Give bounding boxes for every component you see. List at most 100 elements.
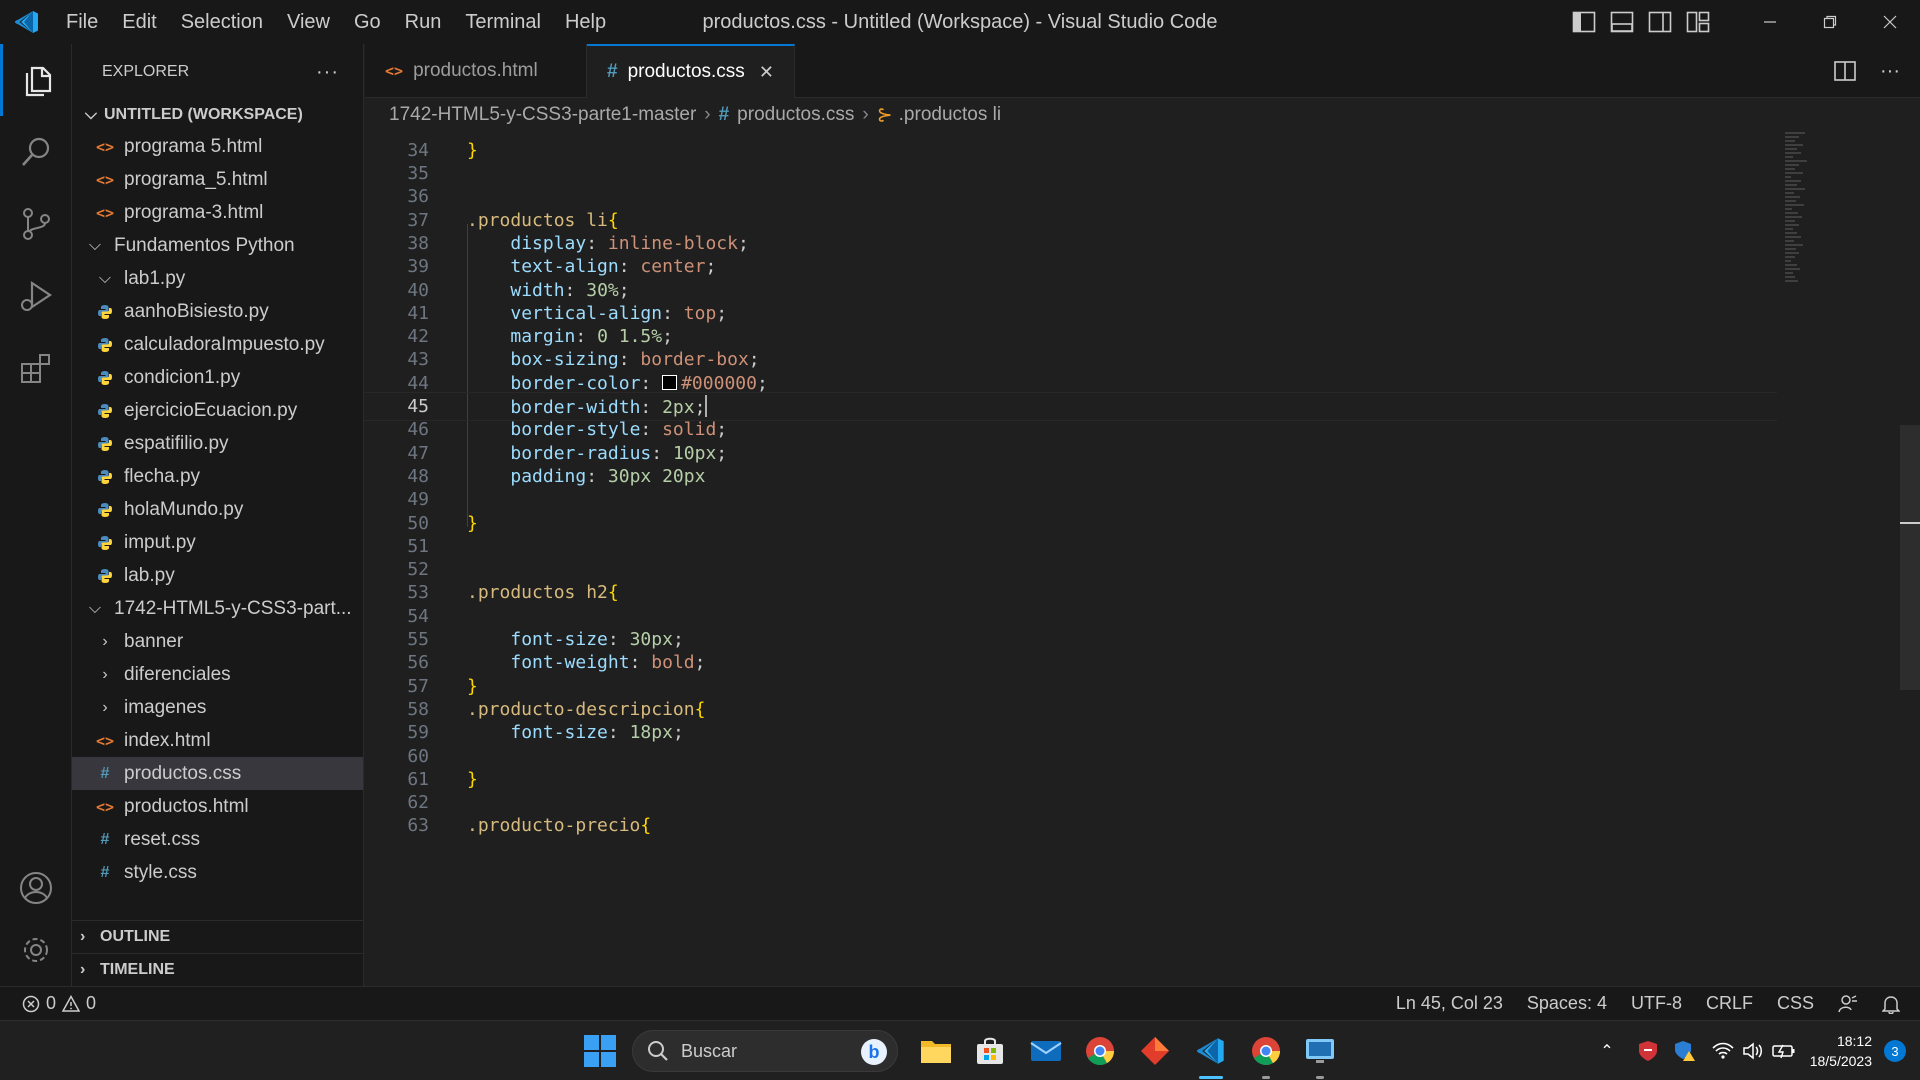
editor-scrollbar[interactable] — [1900, 425, 1920, 690]
toggle-secondary-sidebar-icon[interactable] — [1648, 11, 1672, 33]
breadcrumb-file[interactable]: productos.css — [737, 104, 854, 126]
code-text: font-weight: bold; — [467, 652, 705, 673]
more-actions-icon[interactable]: ··· — [316, 61, 339, 84]
code-token: : — [586, 232, 608, 254]
line-ending[interactable]: CRLF — [1706, 993, 1753, 1014]
more-actions-icon[interactable]: ··· — [1880, 60, 1900, 83]
minimap[interactable] — [1785, 132, 1865, 282]
close-window-button[interactable] — [1860, 0, 1920, 44]
timeline-section[interactable]: › TIMELINE — [72, 953, 364, 986]
split-editor-icon[interactable] — [1834, 61, 1856, 81]
volume-icon[interactable] — [1742, 1042, 1764, 1060]
code-line[interactable]: 63 .producto-precio{ — [365, 812, 1777, 841]
tree-item[interactable]: <> programa_5.html — [72, 163, 363, 196]
problems-indicator[interactable]: 0 0 — [22, 993, 96, 1014]
tree-item[interactable]: › imagenes — [72, 691, 363, 724]
indentation[interactable]: Spaces: 4 — [1527, 993, 1607, 1014]
tree-item[interactable]: ⌵ Fundamentos Python — [72, 229, 363, 262]
tree-item[interactable]: <> programa 5.html — [72, 130, 363, 163]
close-tab-icon[interactable]: ✕ — [759, 62, 774, 83]
tree-item[interactable]: calculadoraImpuesto.py — [72, 328, 363, 361]
line-number: 43 — [407, 349, 429, 371]
tree-item[interactable]: aanhoBisiesto.py — [72, 295, 363, 328]
feedback-icon[interactable] — [1838, 994, 1858, 1014]
tree-item[interactable]: imput.py — [72, 526, 363, 559]
toggle-panel-icon[interactable] — [1610, 11, 1634, 33]
menu-selection[interactable]: Selection — [169, 0, 275, 44]
warning-icon — [62, 994, 81, 1012]
tree-item[interactable]: condicion1.py — [72, 361, 363, 394]
remote-desktop-icon[interactable] — [1300, 1031, 1340, 1071]
menu-view[interactable]: View — [275, 0, 342, 44]
minimize-button[interactable] — [1740, 0, 1800, 44]
tree-item[interactable]: ⌵ lab1.py — [72, 262, 363, 295]
minimap-line — [1785, 204, 1804, 206]
color-swatch[interactable] — [662, 374, 678, 390]
restore-button[interactable] — [1800, 0, 1860, 44]
windows-start-icon[interactable] — [584, 1035, 616, 1067]
tree-item[interactable]: espatifilio.py — [72, 427, 363, 460]
menu-help[interactable]: Help — [553, 0, 618, 44]
extensions-icon[interactable] — [0, 332, 72, 404]
tree-item[interactable]: ⌵ 1742-HTML5-y-CSS3-part... — [72, 592, 363, 625]
vscode-taskbar-icon[interactable] — [1191, 1031, 1231, 1071]
menu-run[interactable]: Run — [393, 0, 454, 44]
encoding[interactable]: UTF-8 — [1631, 993, 1682, 1014]
taskbar-search-box[interactable]: Buscar b — [632, 1030, 898, 1072]
mail-icon[interactable] — [1026, 1031, 1066, 1071]
tree-item[interactable]: › banner — [72, 625, 363, 658]
tree-item[interactable]: # reset.css — [72, 823, 363, 856]
search-icon[interactable] — [0, 116, 72, 188]
run-debug-icon[interactable] — [0, 260, 72, 332]
line-number: 58 — [407, 698, 429, 720]
tree-item[interactable]: <> productos.html — [72, 790, 363, 823]
explorer-icon[interactable] — [0, 44, 72, 116]
menu-terminal[interactable]: Terminal — [453, 0, 553, 44]
file-explorer-icon[interactable] — [916, 1031, 956, 1071]
menu-go[interactable]: Go — [342, 0, 393, 44]
settings-gear-icon[interactable] — [0, 914, 72, 986]
microsoft-store-icon[interactable] — [970, 1031, 1010, 1071]
breadcrumb-folder[interactable]: 1742-HTML5-y-CSS3-parte1-master — [389, 104, 696, 126]
wifi-icon[interactable] — [1712, 1042, 1734, 1060]
tree-item[interactable]: lab.py — [72, 559, 363, 592]
code-editor[interactable]: 34} 35 36 37 .productos li{38 display: inlin… — [365, 132, 1920, 986]
tree-item[interactable]: ejercicioEcuacion.py — [72, 394, 363, 427]
tab-productos-html[interactable]: <> productos.html — [365, 44, 587, 98]
tab-productos-css[interactable]: # productos.css ✕ — [587, 44, 795, 98]
outline-section[interactable]: › OUTLINE — [72, 920, 364, 953]
shield-icon[interactable] — [1638, 1040, 1658, 1062]
menu-edit[interactable]: Edit — [110, 0, 168, 44]
notification-count-badge[interactable]: 3 — [1884, 1040, 1906, 1062]
line-number: 53 — [407, 582, 429, 604]
bing-icon[interactable]: b — [861, 1039, 887, 1065]
customize-layout-icon[interactable] — [1686, 11, 1710, 33]
tree-item[interactable]: # style.css — [72, 856, 363, 889]
tree-item[interactable]: › diferenciales — [72, 658, 363, 691]
minimap-line — [1785, 212, 1798, 214]
tree-item[interactable]: <> programa-3.html — [72, 196, 363, 229]
battery-icon[interactable] — [1771, 1042, 1796, 1060]
toggle-primary-sidebar-icon[interactable] — [1572, 11, 1596, 33]
tree-item[interactable]: flecha.py — [72, 460, 363, 493]
git-app-icon[interactable] — [1135, 1031, 1175, 1071]
tree-item[interactable]: <> index.html — [72, 724, 363, 757]
workspace-header[interactable]: ⌵ UNTITLED (WORKSPACE) — [72, 100, 363, 130]
cursor-position[interactable]: Ln 45, Col 23 — [1396, 993, 1503, 1014]
chrome-icon[interactable] — [1080, 1031, 1120, 1071]
breadcrumb-symbol[interactable]: .productos li — [899, 104, 1001, 126]
css-file-icon: # — [718, 104, 730, 125]
language-mode[interactable]: CSS — [1777, 993, 1814, 1014]
notifications-bell-icon[interactable] — [1882, 994, 1900, 1014]
menu-file[interactable]: File — [54, 0, 110, 44]
code-token: } — [467, 512, 478, 534]
chevron-up-icon[interactable]: ⌃ — [1600, 1041, 1613, 1061]
tree-item-label: reset.css — [124, 828, 201, 850]
system-clock[interactable]: 18:12 18/5/2023 — [1810, 1031, 1872, 1071]
python-file-icon — [92, 568, 118, 584]
tree-item[interactable]: # productos.css — [72, 757, 363, 790]
security-warning-icon[interactable] — [1674, 1040, 1696, 1062]
tree-item[interactable]: holaMundo.py — [72, 493, 363, 526]
source-control-icon[interactable] — [0, 188, 72, 260]
chrome-icon[interactable] — [1246, 1031, 1286, 1071]
